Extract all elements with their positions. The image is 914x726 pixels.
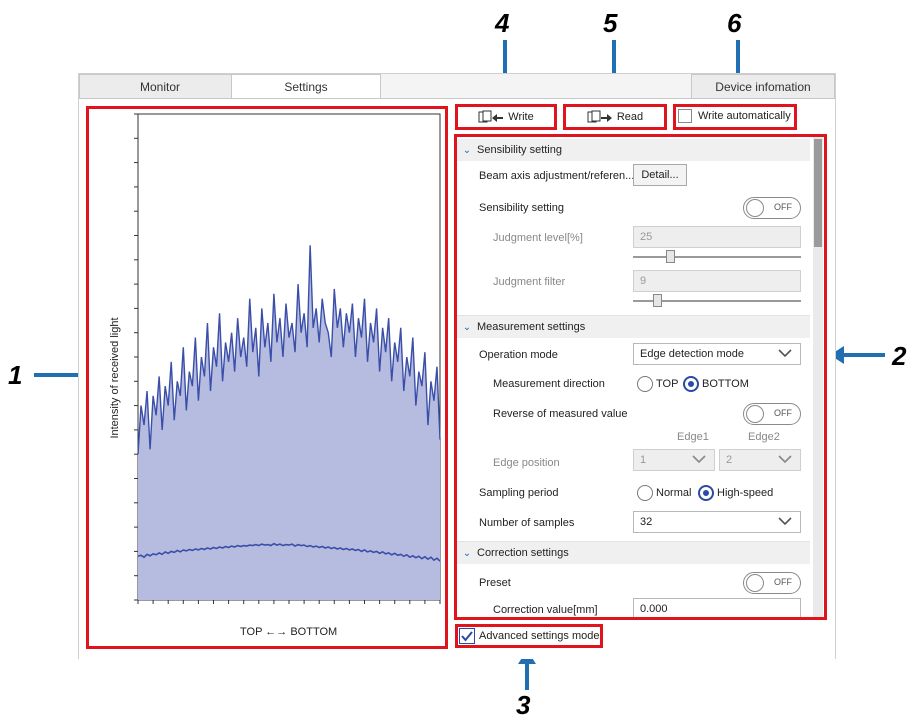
write-button-label: Write	[508, 111, 534, 123]
sensibility-setting-label: Sensibility setting	[479, 202, 564, 214]
chevron-down-icon	[778, 455, 792, 464]
chevron-down-icon	[778, 349, 792, 358]
detail-button-label: Detail...	[641, 169, 679, 181]
read-from-device-icon	[587, 110, 612, 123]
section-correction-header[interactable]: ⌄ Correction settings	[457, 542, 810, 564]
read-button[interactable]: Read	[566, 107, 664, 127]
section-sensibility-title: Sensibility setting	[477, 144, 562, 156]
reverse-measured-toggle[interactable]: OFF	[743, 403, 801, 425]
section-sensibility-header[interactable]: ⌄ Sensibility setting	[457, 139, 810, 161]
read-button-label: Read	[616, 111, 644, 123]
detail-button[interactable]: Detail...	[633, 164, 687, 186]
direction-bottom-label: BOTTOM	[702, 378, 749, 390]
chart-y-label: Intensity of received light	[109, 317, 121, 439]
judgment-level-value: 25	[640, 231, 653, 243]
chevron-down-icon: ⌄	[462, 547, 472, 559]
sampling-normal-label: Normal	[656, 487, 692, 499]
sampling-high-speed-radio[interactable]	[698, 485, 714, 501]
tab-device-label: Device infomation	[715, 80, 811, 94]
preset-toggle[interactable]: OFF	[743, 572, 801, 594]
sampling-high-speed-label: High-speed	[717, 487, 774, 499]
edge1-header: Edge1	[677, 431, 709, 443]
tab-settings[interactable]: Settings	[231, 74, 381, 99]
chevron-down-icon: ⌄	[462, 144, 472, 156]
operation-mode-value: Edge detection mode	[640, 348, 744, 360]
reverse-toggle-state: OFF	[774, 408, 792, 418]
sensibility-toggle-state: OFF	[774, 202, 792, 212]
direction-top-label: TOP	[656, 378, 679, 390]
operation-mode-select[interactable]: Edge detection mode	[633, 343, 801, 365]
tab-monitor[interactable]: Monitor	[79, 74, 241, 99]
judgment-filter-slider-thumb[interactable]	[652, 294, 662, 307]
judgment-level-slider-track[interactable]	[633, 256, 801, 258]
chevron-down-icon: ⌄	[462, 321, 472, 333]
edge1-value: 1	[640, 454, 647, 466]
preset-label: Preset	[479, 577, 511, 589]
section-measurement-header[interactable]: ⌄ Measurement settings	[457, 316, 810, 338]
number-of-samples-select[interactable]: 32	[633, 511, 801, 533]
edge2-value: 2	[726, 454, 733, 466]
tab-settings-label: Settings	[284, 80, 328, 94]
write-automatically-checkbox[interactable]	[678, 109, 692, 123]
write-button[interactable]: Write	[458, 107, 554, 127]
measurement-direction-label: Measurement direction	[493, 378, 605, 390]
operation-mode-label: Operation mode	[479, 349, 558, 361]
number-of-samples-label: Number of samples	[479, 517, 575, 529]
write-to-device-icon	[478, 110, 504, 123]
edge1-select[interactable]: 1	[633, 449, 715, 471]
section-measurement-title: Measurement settings	[477, 321, 586, 333]
section-correction-title: Correction settings	[477, 547, 569, 559]
correction-value-field[interactable]: 0.000	[633, 598, 801, 617]
advanced-settings-label: Advanced settings mode	[479, 630, 600, 642]
judgment-level-label: Judgment level[%]	[493, 232, 583, 244]
judgment-level-slider-thumb[interactable]	[665, 250, 675, 263]
judgment-level-field[interactable]: 25	[633, 226, 801, 248]
edge2-header: Edge2	[748, 431, 780, 443]
direction-bottom-radio[interactable]	[683, 376, 699, 392]
preset-toggle-state: OFF	[774, 577, 792, 587]
settings-scrollbar-thumb[interactable]	[814, 139, 822, 247]
judgment-filter-value: 9	[640, 275, 647, 287]
write-automatically-label: Write automatically	[698, 110, 791, 122]
sampling-period-label: Sampling period	[479, 487, 559, 499]
sampling-normal-radio[interactable]	[637, 485, 653, 501]
reverse-measured-label: Reverse of measured value	[493, 408, 628, 420]
received-light-chart	[134, 113, 441, 604]
correction-value-label: Correction value[mm]	[493, 604, 598, 616]
correction-value: 0.000	[640, 603, 668, 615]
judgment-filter-label: Judgment filter	[493, 276, 566, 288]
judgment-filter-field[interactable]: 9	[633, 270, 801, 292]
direction-top-radio[interactable]	[637, 376, 653, 392]
chevron-down-icon	[778, 517, 792, 526]
edge-position-label: Edge position	[493, 457, 560, 469]
chevron-down-icon	[692, 455, 706, 464]
number-of-samples-value: 32	[640, 516, 653, 528]
beam-axis-label: Beam axis adjustment/referen...	[479, 170, 635, 182]
advanced-settings-checkbox[interactable]	[459, 628, 475, 644]
tab-monitor-label: Monitor	[139, 80, 180, 94]
tab-device-information[interactable]: Device infomation	[691, 74, 835, 99]
chart-x-label: TOP ←→ BOTTOM	[240, 626, 338, 638]
sensibility-toggle[interactable]: OFF	[743, 197, 801, 219]
edge2-select[interactable]: 2	[719, 449, 801, 471]
checkmark-icon	[461, 631, 473, 642]
settings-panel: ⌄ Sensibility setting Beam axis adjustme…	[457, 137, 824, 617]
